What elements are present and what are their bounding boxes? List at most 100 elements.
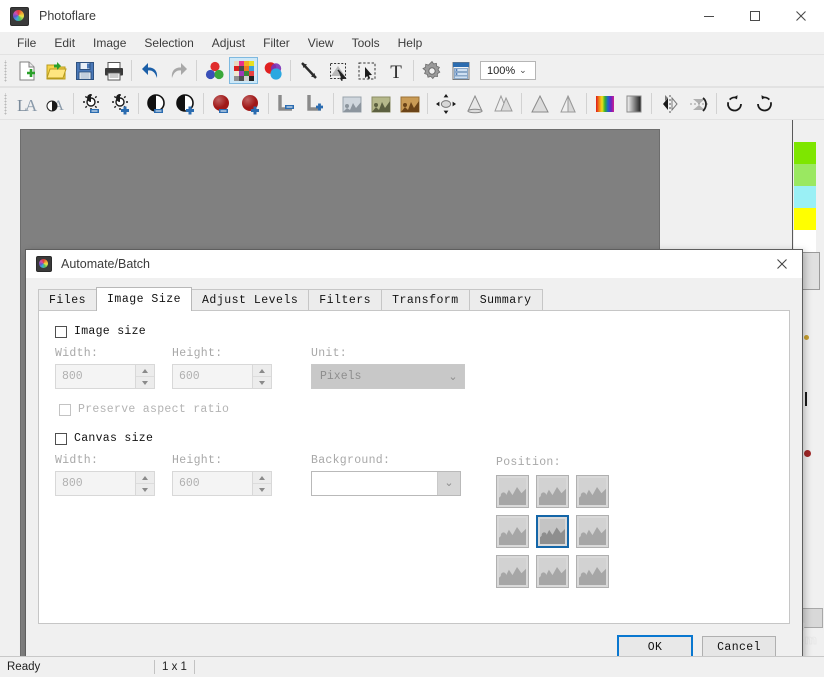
sepia-button[interactable]: A: [41, 90, 70, 117]
image-height-spinner[interactable]: 600: [172, 364, 272, 389]
new-document-button[interactable]: [12, 57, 41, 84]
swatch-yellow[interactable]: [794, 208, 816, 230]
rotate-right-button[interactable]: [749, 90, 778, 117]
menu-file[interactable]: File: [8, 34, 45, 52]
blur-button[interactable]: [460, 90, 489, 117]
image-unit-combobox[interactable]: Pixels ⌄: [311, 364, 465, 389]
move-button[interactable]: [431, 90, 460, 117]
tab-summary[interactable]: Summary: [468, 289, 543, 310]
swatch-green-light[interactable]: [794, 164, 816, 186]
redo-button[interactable]: [164, 57, 193, 84]
image-size-checkbox[interactable]: [55, 325, 67, 338]
line-tool-button[interactable]: [294, 57, 323, 84]
minimize-button[interactable]: [686, 0, 732, 32]
menu-edit[interactable]: Edit: [45, 34, 84, 52]
menu-image[interactable]: Image: [84, 34, 135, 52]
menu-adjust[interactable]: Adjust: [203, 34, 254, 52]
magic-wand-button[interactable]: [323, 57, 352, 84]
preserve-aspect-ratio-row[interactable]: Preserve aspect ratio: [59, 403, 773, 416]
toolbar-grip[interactable]: [2, 92, 9, 115]
menu-selection[interactable]: Selection: [135, 34, 202, 52]
image-width-increment[interactable]: [136, 365, 154, 377]
menu-tools[interactable]: Tools: [343, 34, 389, 52]
rectangle-select-button[interactable]: [352, 57, 381, 84]
flip-vertical-button[interactable]: [684, 90, 713, 117]
sharpen-button[interactable]: [489, 90, 518, 117]
soften-button[interactable]: [525, 90, 554, 117]
image-height-increment[interactable]: [253, 365, 271, 377]
position-top-center[interactable]: [536, 475, 569, 508]
rotate-left-button[interactable]: [720, 90, 749, 117]
tab-filters[interactable]: Filters: [308, 289, 383, 310]
linear-gradient-button[interactable]: [619, 90, 648, 117]
save-button[interactable]: [70, 57, 99, 84]
image-width-decrement[interactable]: [136, 377, 154, 388]
image-height-decrement[interactable]: [253, 377, 271, 388]
contrast-down-button[interactable]: [142, 90, 171, 117]
print-button[interactable]: [99, 57, 128, 84]
text-tool-button[interactable]: T: [381, 57, 410, 84]
position-middle-right[interactable]: [576, 515, 609, 548]
image-height-stepper[interactable]: [252, 365, 271, 388]
tab-transform[interactable]: Transform: [381, 289, 470, 310]
color-swatch-strip[interactable]: [794, 142, 816, 252]
canvas-width-stepper[interactable]: [135, 472, 154, 495]
canvas-height-stepper[interactable]: [252, 472, 271, 495]
saturation-down-button[interactable]: [207, 90, 236, 117]
image-size-checkbox-row[interactable]: Image size: [55, 325, 773, 338]
close-button[interactable]: [778, 0, 824, 32]
dialog-close-button[interactable]: [762, 250, 802, 278]
canvas-height-spinner[interactable]: 600: [172, 471, 272, 496]
layers-button[interactable]: [446, 57, 475, 84]
tab-files[interactable]: Files: [38, 289, 98, 310]
canvas-height-increment[interactable]: [253, 472, 271, 484]
canvas-size-checkbox[interactable]: [55, 432, 67, 445]
menu-help[interactable]: Help: [389, 34, 432, 52]
flip-horizontal-button[interactable]: [655, 90, 684, 117]
sepia-photo-button[interactable]: [395, 90, 424, 117]
brightness-up-button[interactable]: [106, 90, 135, 117]
position-middle-left[interactable]: [496, 515, 529, 548]
canvas-width-increment[interactable]: [136, 472, 154, 484]
brightness-down-button[interactable]: [77, 90, 106, 117]
image-width-stepper[interactable]: [135, 365, 154, 388]
levels-down-button[interactable]: [272, 90, 301, 117]
menu-view[interactable]: View: [299, 34, 343, 52]
image-width-spinner[interactable]: 800: [55, 364, 155, 389]
cancel-button[interactable]: Cancel: [702, 635, 776, 656]
maximize-button[interactable]: [732, 0, 778, 32]
contrast-up-button[interactable]: [171, 90, 200, 117]
emboss-button[interactable]: [554, 90, 583, 117]
position-bottom-center[interactable]: [536, 555, 569, 588]
canvas-width-decrement[interactable]: [136, 484, 154, 495]
saturation-up-button[interactable]: [236, 90, 265, 117]
canvas-width-spinner[interactable]: 800: [55, 471, 155, 496]
levels-up-button[interactable]: [301, 90, 330, 117]
open-file-button[interactable]: [41, 57, 70, 84]
rainbow-gradient-button[interactable]: [590, 90, 619, 117]
auto-levels-button[interactable]: [366, 90, 395, 117]
position-bottom-left[interactable]: [496, 555, 529, 588]
position-bottom-right[interactable]: [576, 555, 609, 588]
menu-filter[interactable]: Filter: [254, 34, 299, 52]
canvas-background-combobox[interactable]: ⌄: [311, 471, 461, 496]
position-middle-center[interactable]: [536, 515, 569, 548]
toolbar-grip[interactable]: [2, 59, 9, 82]
palette-button[interactable]: [229, 57, 258, 84]
settings-button[interactable]: [417, 57, 446, 84]
swatch-green-bright[interactable]: [794, 142, 816, 164]
position-top-left[interactable]: [496, 475, 529, 508]
grayscale-button[interactable]: L A: [12, 90, 41, 117]
zoom-level-combobox[interactable]: 100% ⌄: [480, 61, 536, 80]
canvas-height-decrement[interactable]: [253, 484, 271, 495]
tab-image-size[interactable]: Image Size: [96, 287, 193, 311]
canvas-size-checkbox-row[interactable]: Canvas size: [55, 432, 773, 445]
tab-adjust-levels[interactable]: Adjust Levels: [191, 289, 310, 310]
position-top-right[interactable]: [576, 475, 609, 508]
histogram-button[interactable]: [337, 90, 366, 117]
preserve-aspect-ratio-checkbox[interactable]: [59, 403, 71, 416]
ok-button[interactable]: OK: [617, 634, 693, 656]
color-picker-button[interactable]: [200, 57, 229, 84]
swatch-cyan[interactable]: [794, 186, 816, 208]
blend-colors-button[interactable]: [258, 57, 287, 84]
